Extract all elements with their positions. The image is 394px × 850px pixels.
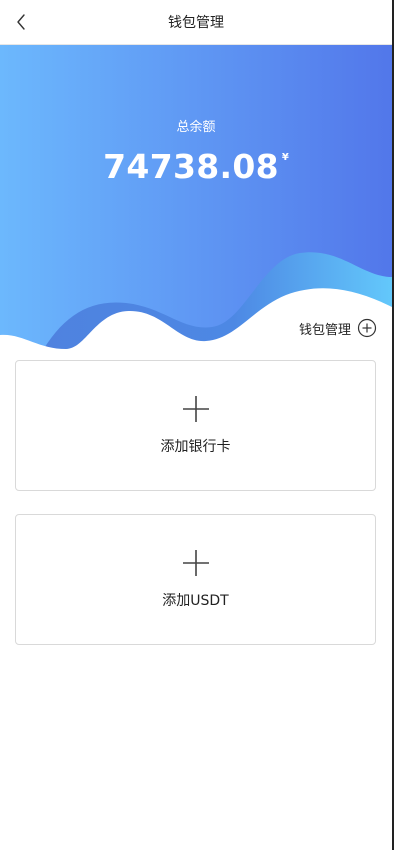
top-nav-bar: 钱包管理 <box>0 0 392 45</box>
total-balance-label: 总余额 <box>176 120 216 135</box>
currency-symbol: ¥ <box>281 152 289 163</box>
add-bank-card-label: 添加银行卡 <box>160 439 231 455</box>
balance-amount: 74738.08 <box>103 147 279 186</box>
wallet-management-page: 钱包管理 总余额 74738.08 ¥ 钱包管理 添加银行卡 添加USDT <box>0 0 394 850</box>
add-usdt-button[interactable]: 添加USDT <box>15 514 376 645</box>
add-usdt-label: 添加USDT <box>162 593 229 609</box>
banner-background <box>0 45 392 355</box>
wallet-manage-button[interactable]: 钱包管理 <box>299 317 377 339</box>
page-title: 钱包管理 <box>168 15 224 31</box>
plus-icon <box>182 550 209 576</box>
add-bank-card-button[interactable]: 添加银行卡 <box>15 360 376 491</box>
plus-icon <box>182 396 209 422</box>
add-circle-icon <box>357 318 377 338</box>
balance-banner: 总余额 74738.08 ¥ 钱包管理 <box>0 45 392 355</box>
total-balance: 74738.08 ¥ <box>0 147 392 186</box>
wallet-manage-label: 钱包管理 <box>298 322 351 338</box>
